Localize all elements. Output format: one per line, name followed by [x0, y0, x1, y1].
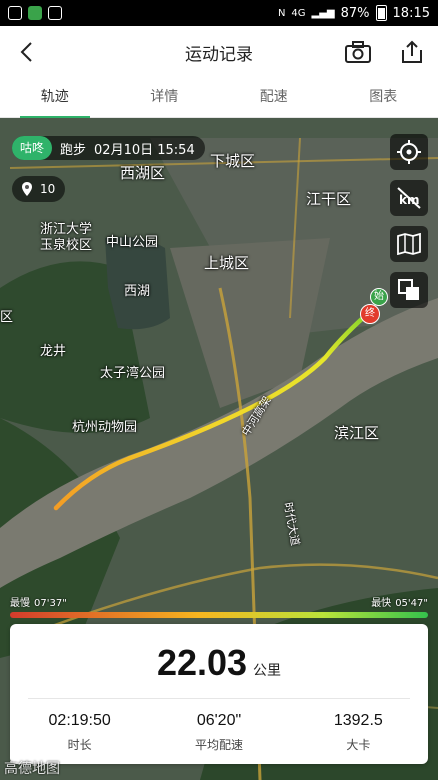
- map-provider-logo: 高德地图: [4, 761, 60, 777]
- map-label-xiacheng: 下城区: [210, 152, 256, 170]
- tab-bar: 轨迹 详情 配速 图表: [0, 78, 438, 118]
- crosshair-icon: [397, 140, 421, 164]
- network-type: 4G: [291, 7, 306, 19]
- map-type-button[interactable]: [390, 226, 428, 262]
- fastest-value: 05'47": [395, 598, 428, 609]
- map-label-jianggan: 江干区: [306, 190, 352, 208]
- map-label-left-edge: 区: [0, 310, 14, 325]
- end-marker[interactable]: 终: [360, 304, 380, 324]
- stat-calories: 1392.5 大卡: [289, 712, 428, 753]
- marker-count-badge[interactable]: 10: [12, 176, 66, 202]
- stat-avg-pace: 06'20" 平均配速: [149, 712, 288, 753]
- brand-badge: 咕咚: [12, 136, 53, 160]
- summary-card: 22.03 公里 02:19:50 时长 06'20" 平均配速 1392.5 大…: [10, 624, 428, 764]
- distance-unit: 公里: [253, 663, 282, 679]
- clock: 18:15: [392, 5, 430, 21]
- km-marker-off-icon: km: [397, 187, 421, 209]
- activity-type: 跑步: [60, 142, 87, 158]
- location-pin-icon: [22, 182, 32, 196]
- start-marker[interactable]: 始: [370, 288, 388, 306]
- map-label-zju-campus: 玉泉校区: [40, 238, 93, 253]
- avg-pace-label: 平均配速: [194, 738, 243, 752]
- fastest-label: 最快: [371, 598, 392, 609]
- signal-icon: ▂▄▆: [311, 7, 335, 19]
- back-button[interactable]: [12, 38, 40, 66]
- map-label-shangcheng: 上城区: [204, 254, 250, 272]
- distance: 22.03 公里: [10, 642, 428, 684]
- stats-row: 02:19:50 时长 06'20" 平均配速 1392.5 大卡: [10, 712, 428, 753]
- battery-percent: 87%: [340, 5, 370, 21]
- camera-button[interactable]: [344, 38, 372, 66]
- layers-button[interactable]: [390, 272, 428, 308]
- speed-gradient-bar: [10, 612, 428, 618]
- chevron-left-icon: [20, 42, 32, 62]
- map-label-zoo: 杭州动物园: [72, 420, 138, 435]
- duration-value: 02:19:50: [48, 712, 111, 729]
- status-bar: N 4G ▂▄▆ 87% 18:15: [0, 0, 438, 26]
- map-label-longjing: 龙井: [40, 344, 67, 359]
- activity-chip: 咕咚 跑步 02月10日 15:54: [12, 136, 205, 160]
- calories-value: 1392.5: [333, 712, 383, 729]
- slowest-label: 最慢: [10, 598, 30, 609]
- app-notification-icon: [28, 6, 42, 20]
- layers-icon: [398, 279, 419, 300]
- camera-icon: [345, 41, 371, 63]
- duration-label: 时长: [67, 738, 92, 752]
- avg-pace-value: 06'20": [196, 712, 242, 729]
- calories-label: 大卡: [346, 738, 371, 752]
- divider: [28, 698, 410, 699]
- image-notification-icon: [48, 6, 62, 20]
- share-icon: [402, 40, 422, 63]
- distance-value: 22.03: [156, 642, 248, 683]
- map-icon: [397, 233, 421, 255]
- share-button[interactable]: [398, 38, 426, 66]
- stat-duration: 02:19:50 时长: [10, 712, 149, 753]
- locate-button[interactable]: [390, 134, 428, 170]
- tab-track[interactable]: 轨迹: [0, 78, 110, 118]
- map-view[interactable]: 西湖区 下城区 江干区 浙江大学 玉泉校区 中山公园 上城区 西湖 太子湾公园 …: [0, 118, 438, 780]
- tab-details[interactable]: 详情: [110, 78, 220, 117]
- nfc-icon: N: [277, 7, 286, 19]
- map-label-zhongshan-park: 中山公园: [106, 235, 159, 250]
- page-title: 运动记录: [185, 44, 253, 65]
- notification-icon: [8, 6, 22, 20]
- map-label-xihu: 西湖区: [120, 164, 166, 182]
- app-header: 运动记录: [0, 26, 438, 78]
- map-label-binjiang: 滨江区: [334, 424, 380, 442]
- tab-pace[interactable]: 配速: [219, 78, 329, 117]
- activity-datetime: 02月10日 15:54: [94, 142, 195, 158]
- map-label-taiziwan: 太子湾公园: [100, 366, 166, 381]
- tab-charts[interactable]: 图表: [329, 78, 438, 117]
- slowest-value: 07'37": [34, 598, 67, 609]
- map-label-west-lake: 西湖: [124, 284, 151, 299]
- marker-count: 10: [40, 182, 56, 196]
- battery-icon: [375, 5, 387, 21]
- km-toggle-button[interactable]: km: [390, 180, 428, 216]
